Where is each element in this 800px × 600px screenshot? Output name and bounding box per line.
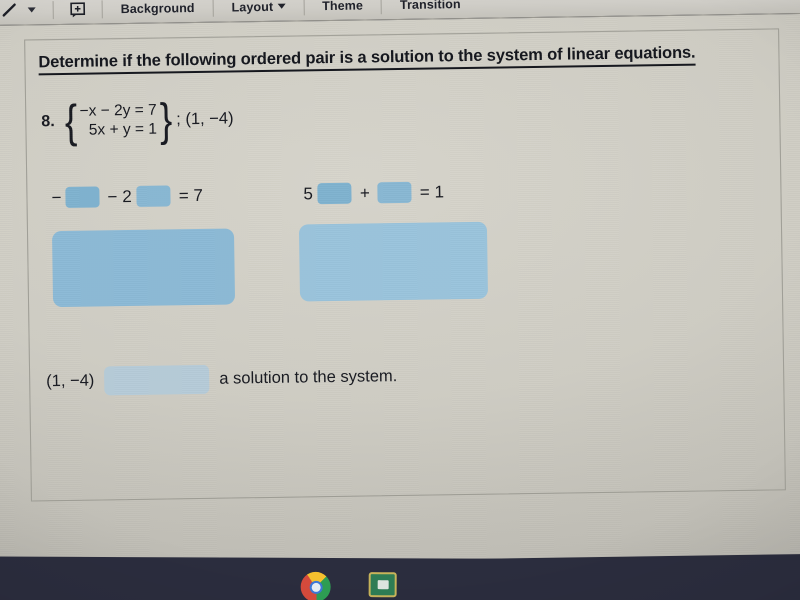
insert-textbox-button[interactable]: [63, 0, 93, 20]
chrome-icon[interactable]: [300, 571, 331, 600]
toolbar-item-transition-label: Transition: [399, 0, 461, 12]
conclusion-text: a solution to the system.: [219, 367, 398, 388]
right-equals: = 1: [419, 181, 445, 202]
chevron-down-icon: [277, 3, 286, 9]
left-blank-2[interactable]: [136, 185, 171, 207]
left-coefficient: 2: [122, 186, 132, 206]
ordered-pair: ; (1, −4): [176, 109, 234, 129]
toolbar-separator: [101, 0, 103, 18]
toolbar-item-transition[interactable]: Transition: [391, 0, 470, 12]
toolbar-item-layout[interactable]: Layout: [223, 0, 295, 14]
screenshot-root: Background Layout Theme Transition Deter…: [0, 0, 800, 600]
brace-close-icon: }: [158, 93, 173, 146]
conclusion-line: (1, −4) a solution to the system.: [46, 362, 397, 396]
left-equals: = 7: [178, 185, 204, 205]
toolbar-item-layout-label: Layout: [231, 0, 274, 14]
insert-textbox-icon: [70, 1, 86, 17]
toolbar-item-background-label: Background: [120, 0, 195, 16]
left-minus-sign: −: [51, 187, 62, 207]
left-blank-1[interactable]: [65, 186, 100, 208]
work-row-right-equation: 5 + = 1: [303, 181, 449, 205]
right-coefficient: 5: [303, 183, 314, 203]
problem-number: 8.: [41, 113, 55, 131]
brace-open-icon: {: [64, 94, 78, 147]
line-tool-button[interactable]: [1, 0, 18, 21]
taskbar-icon-tray: [300, 571, 397, 600]
answer-box-right[interactable]: [298, 221, 489, 302]
right-blank-1[interactable]: [317, 182, 353, 205]
system-of-equations: { −x − 2y = 7 5x + y = 1 } ; (1, −4): [63, 93, 234, 147]
left-operator: −: [107, 186, 118, 206]
equation-stack: −x − 2y = 7 5x + y = 1: [78, 102, 158, 140]
toolbar-separator: [303, 0, 305, 15]
work-row-left-equation: − − 2 = 7: [51, 185, 208, 208]
conclusion-ordered-pair: (1, −4): [46, 371, 95, 391]
line-icon: [2, 3, 16, 17]
right-blank-2[interactable]: [377, 181, 413, 204]
equation-2: 5x + y = 1: [88, 120, 158, 139]
sheets-icon[interactable]: [368, 572, 397, 598]
equation-1: −x − 2y = 7: [79, 101, 157, 120]
toolbar-separator: [212, 0, 214, 17]
line-tool-dropdown[interactable]: [18, 0, 44, 21]
answer-box-left[interactable]: [51, 228, 236, 308]
toolbar-separator: [380, 0, 383, 14]
monitor-photo-area: Background Layout Theme Transition Deter…: [0, 0, 800, 600]
right-operator: +: [359, 182, 370, 203]
toolbar-item-theme[interactable]: Theme: [313, 0, 372, 13]
toolbar-item-theme-label: Theme: [322, 0, 364, 13]
slide-canvas[interactable]: Determine if the following ordered pair …: [0, 13, 800, 567]
toolbar-item-background[interactable]: Background: [112, 0, 204, 16]
chevron-down-icon: [27, 7, 36, 13]
toolbar-separator: [52, 0, 54, 19]
os-taskbar: [0, 556, 800, 600]
conclusion-blank[interactable]: [104, 364, 210, 396]
